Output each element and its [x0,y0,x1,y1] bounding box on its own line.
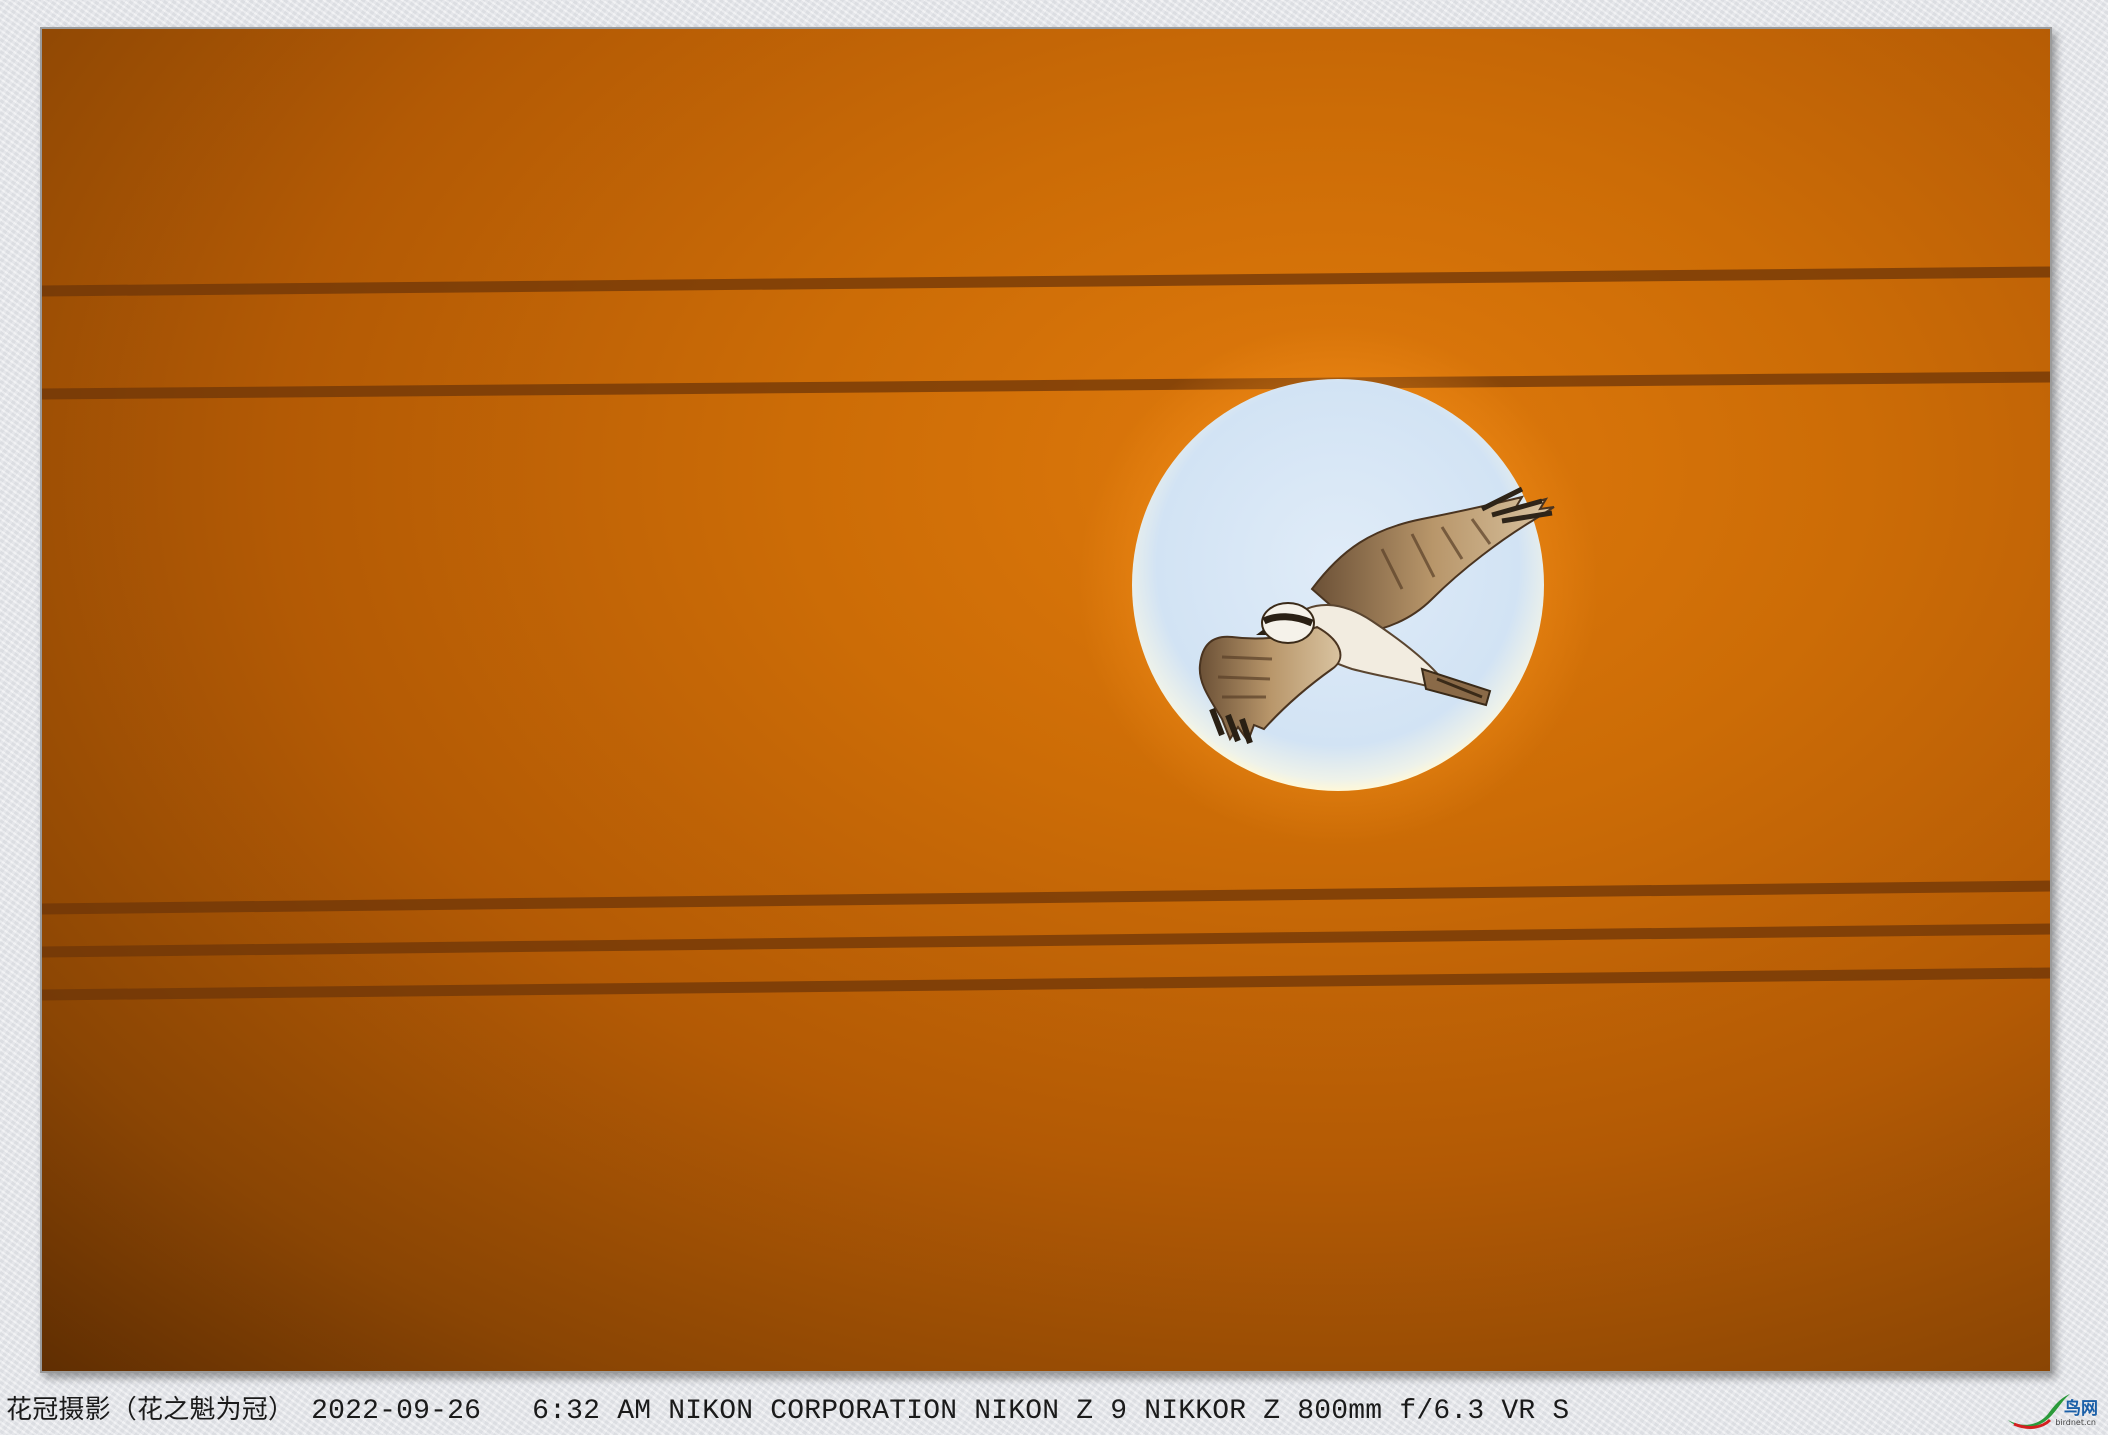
author-credit: 花冠摄影（花之魁为冠） [6,1395,295,1425]
camera-info: 2022-09-26 6:32 AM NIKON CORPORATION NIK… [311,1396,1570,1427]
watermark-brand: 鸟网 [2064,1399,2098,1419]
osprey-sun-photo [42,29,2050,1371]
watermark-site: birdnet.cn [2055,1418,2096,1427]
page: 花冠摄影（花之魁为冠） 2022-09-26 6:32 AM NIKON COR… [0,0,2108,1435]
photo-frame [40,27,2052,1373]
photo-caption: 花冠摄影（花之魁为冠） 2022-09-26 6:32 AM NIKON COR… [6,1392,1569,1428]
sky-background [42,29,2050,1371]
